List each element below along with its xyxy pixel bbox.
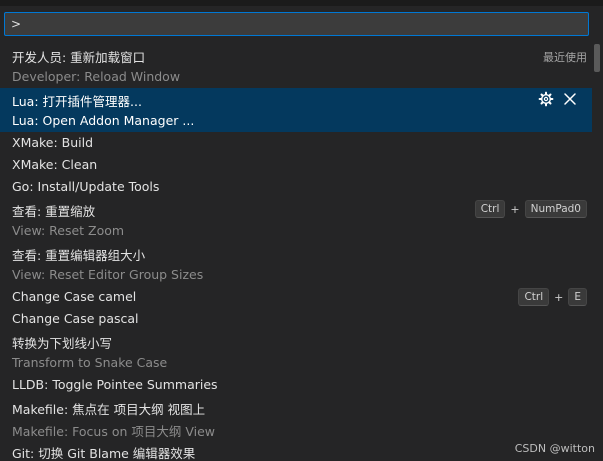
scrollbar[interactable] [592,44,603,461]
gear-icon[interactable] [538,91,554,107]
command-palette: 开发人员: 重新加载窗口 Developer: Reload Window 最近使用… [0,6,603,461]
key-separator: + [510,202,520,216]
command-item[interactable]: 转换为下划线小写 Transform to Snake Case [0,330,592,374]
command-detail: Developer: Reload Window [12,69,181,84]
command-item[interactable]: Change Case pascal [0,308,592,330]
command-label: 开发人员: 重新加载窗口 [12,50,146,65]
command-label: XMake: Clean [12,157,98,172]
command-label: Go: Install/Update Tools [12,179,160,194]
command-item[interactable]: 开发人员: 重新加载窗口 Developer: Reload Window 最近使用 [0,44,592,88]
command-label: Change Case camel [12,289,137,304]
command-detail: Lua: Open Addon Manager ... [12,113,195,128]
command-item[interactable]: Lua: 打开插件管理器... Lua: Open Addon Manager .… [0,88,592,132]
command-label: Git: 切换 Git Blame 编辑器效果 [12,446,196,461]
command-item[interactable]: XMake: Build [0,132,592,154]
command-item[interactable]: XMake: Clean [0,154,592,176]
key-cap: NumPad0 [524,200,587,218]
command-item[interactable]: Go: Install/Update Tools [0,176,592,198]
close-icon[interactable] [562,91,578,107]
command-item[interactable]: 查看: 重置缩放 View: Reset Zoom Ctrl + NumPad0 [0,198,592,242]
scrollbar-thumb[interactable] [594,44,600,72]
command-input-box[interactable] [4,12,589,36]
command-label: Lua: 打开插件管理器... [12,94,142,109]
command-label: 查看: 重置缩放 [12,204,96,219]
command-item[interactable]: LLDB: Toggle Pointee Summaries [0,374,592,396]
key-separator: + [554,290,564,304]
command-label: LLDB: Toggle Pointee Summaries [12,377,218,392]
watermark: CSDN @witton [514,442,595,455]
command-detail: View: Reset Zoom [12,223,125,238]
command-label: 查看: 重置编辑器组大小 [12,248,146,263]
command-input[interactable] [5,13,588,35]
command-item[interactable]: 查看: 重置编辑器组大小 View: Reset Editor Group Siz… [0,242,592,286]
key-cap: Ctrl [474,200,506,218]
keybinding: Ctrl + NumPad0 [474,200,587,218]
command-item[interactable]: Makefile: 焦点在 项目大纲 视图上 Makefile: Focus on… [0,396,592,440]
key-cap: E [568,288,587,306]
command-detail: View: Reset Editor Group Sizes [12,267,204,282]
item-actions [530,91,578,107]
command-list: 开发人员: 重新加载窗口 Developer: Reload Window 最近使用… [0,44,592,461]
command-label: Change Case pascal [12,311,139,326]
command-item[interactable]: Change Case camel Ctrl + E [0,286,592,308]
keybinding: Ctrl + E [518,288,587,306]
command-label: XMake: Build [12,135,94,150]
recently-used-label: 最近使用 [543,51,587,64]
command-label: 转换为下划线小写 [12,336,113,351]
key-cap: Ctrl [518,288,550,306]
command-detail: Makefile: Focus on 项目大纲 View [12,424,216,439]
command-label: Makefile: 焦点在 项目大纲 视图上 [12,402,206,417]
command-item[interactable]: Git: 切换 Git Blame 编辑器效果 [0,440,592,461]
command-detail: Transform to Snake Case [12,355,168,370]
